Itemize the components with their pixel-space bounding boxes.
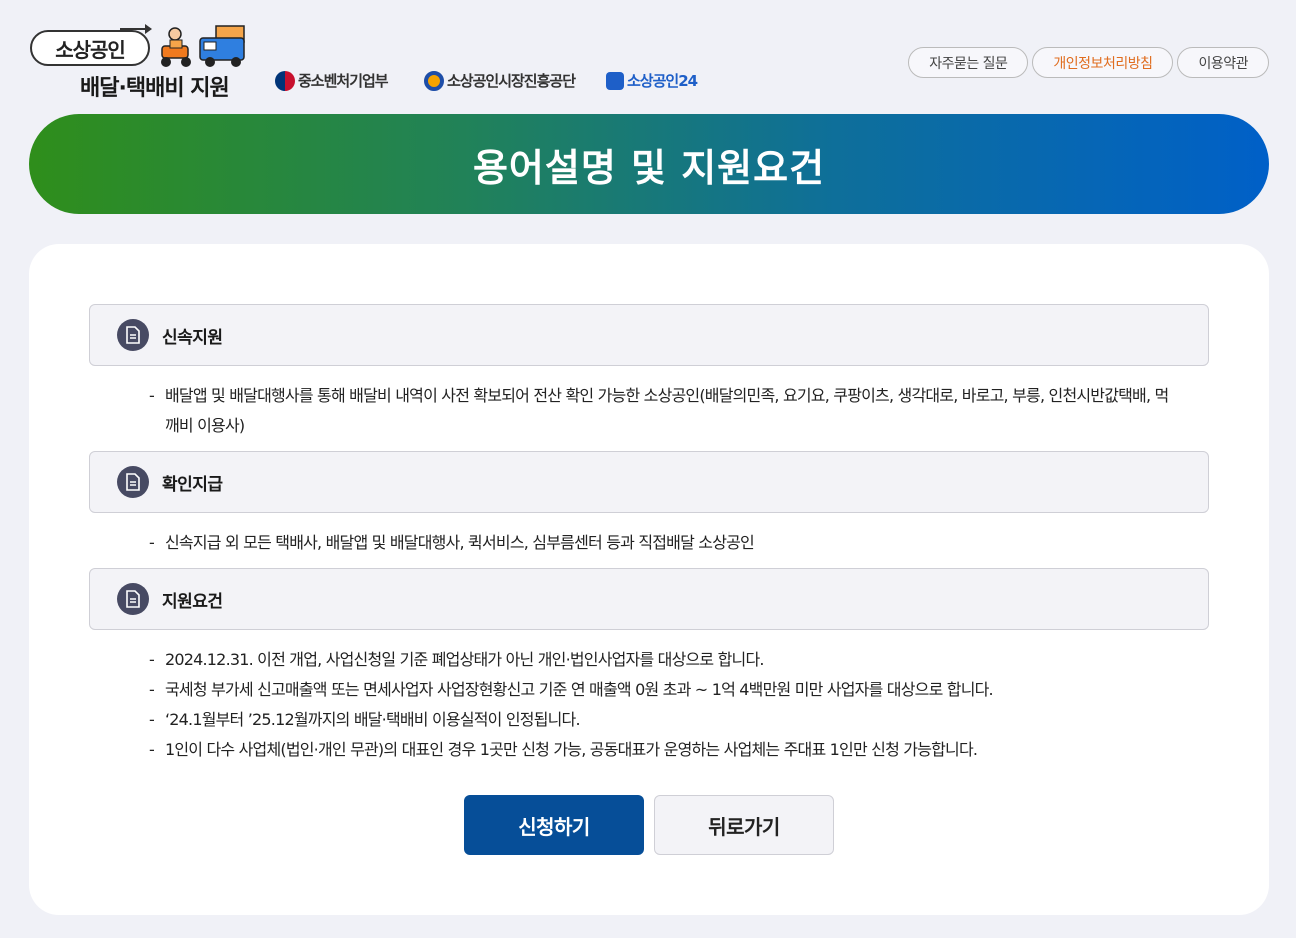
- logo-subtitle: 배달·택배비 지원: [80, 76, 230, 101]
- org-mss[interactable]: 중소벤처기업부: [275, 70, 389, 91]
- section-title: 확인지급: [162, 474, 223, 495]
- org-label: 소상공인시장진흥공단: [447, 72, 576, 90]
- header: 소상공인 배달·택배비 지원 중소벤처기업부 소상공인시장진흥공단 소상공인24…: [0, 0, 1296, 105]
- list-item: 국세청 부가세 신고매출액 또는 면세사업자 사업장현황신고 기준 연 매출액 …: [149, 675, 1169, 705]
- semas-logo-icon: [424, 70, 444, 91]
- privacy-policy-link[interactable]: 개인정보처리방침: [1032, 47, 1174, 78]
- section-title: 지원요건: [162, 591, 223, 612]
- section-header-confirm-payment: 확인지급: [89, 451, 1209, 513]
- title-banner: 용어설명 및 지원요건: [29, 114, 1269, 214]
- org-label: 소상공인24: [627, 72, 698, 90]
- section-list-confirm-payment: 신속지급 외 모든 택배사, 배달앱 및 배달대행사, 퀵서비스, 심부름센터 …: [149, 528, 1169, 558]
- sbiz24-logo-icon: [606, 71, 624, 90]
- document-icon: [117, 466, 149, 498]
- page-title: 용어설명 및 지원요건: [472, 145, 826, 190]
- content-card: 신속지원 배달앱 및 배달대행사를 통해 배달비 내역이 사전 확보되어 전산 …: [29, 244, 1269, 915]
- section-header-requirements: 지원요건: [89, 568, 1209, 630]
- logo-pill[interactable]: 소상공인: [30, 30, 150, 66]
- section-header-fast-support: 신속지원: [89, 304, 1209, 366]
- document-icon: [117, 583, 149, 615]
- action-buttons: 신청하기 뒤로가기: [464, 795, 834, 855]
- apply-button[interactable]: 신청하기: [464, 795, 644, 855]
- list-item: 1인이 다수 사업체(법인·개인 무관)의 대표인 경우 1곳만 신청 가능, …: [149, 735, 1169, 765]
- logo-arrow-icon: [120, 24, 152, 34]
- taegeuk-icon: [275, 70, 295, 91]
- list-item: 2024.12.31. 이전 개업, 사업신청일 기준 폐업상태가 아닌 개인·…: [149, 645, 1169, 675]
- list-item: 신속지급 외 모든 택배사, 배달앱 및 배달대행사, 퀵서비스, 심부름센터 …: [149, 528, 1169, 558]
- delivery-truck-icon: [161, 25, 245, 67]
- section-list-requirements: 2024.12.31. 이전 개업, 사업신청일 기준 폐업상태가 아닌 개인·…: [149, 645, 1169, 765]
- list-item: ‘24.1월부터 ’25.12월까지의 배달·택배비 이용실적이 인정됩니다.: [149, 705, 1169, 735]
- org-sbiz24[interactable]: 소상공인24: [606, 70, 698, 91]
- section-list-fast-support: 배달앱 및 배달대행사를 통해 배달비 내역이 사전 확보되어 전산 확인 가능…: [149, 381, 1169, 441]
- org-semas[interactable]: 소상공인시장진흥공단: [424, 70, 576, 91]
- faq-link[interactable]: 자주묻는 질문: [908, 47, 1029, 78]
- list-item: 배달앱 및 배달대행사를 통해 배달비 내역이 사전 확보되어 전산 확인 가능…: [149, 381, 1169, 441]
- terms-link[interactable]: 이용약관: [1177, 47, 1269, 78]
- back-button[interactable]: 뒤로가기: [654, 795, 834, 855]
- logo-top-text: 소상공인: [55, 37, 126, 62]
- org-label: 중소벤처기업부: [298, 72, 389, 90]
- document-icon: [117, 319, 149, 351]
- top-links: 자주묻는 질문 개인정보처리방침 이용약관: [908, 47, 1269, 78]
- section-title: 신속지원: [162, 327, 223, 348]
